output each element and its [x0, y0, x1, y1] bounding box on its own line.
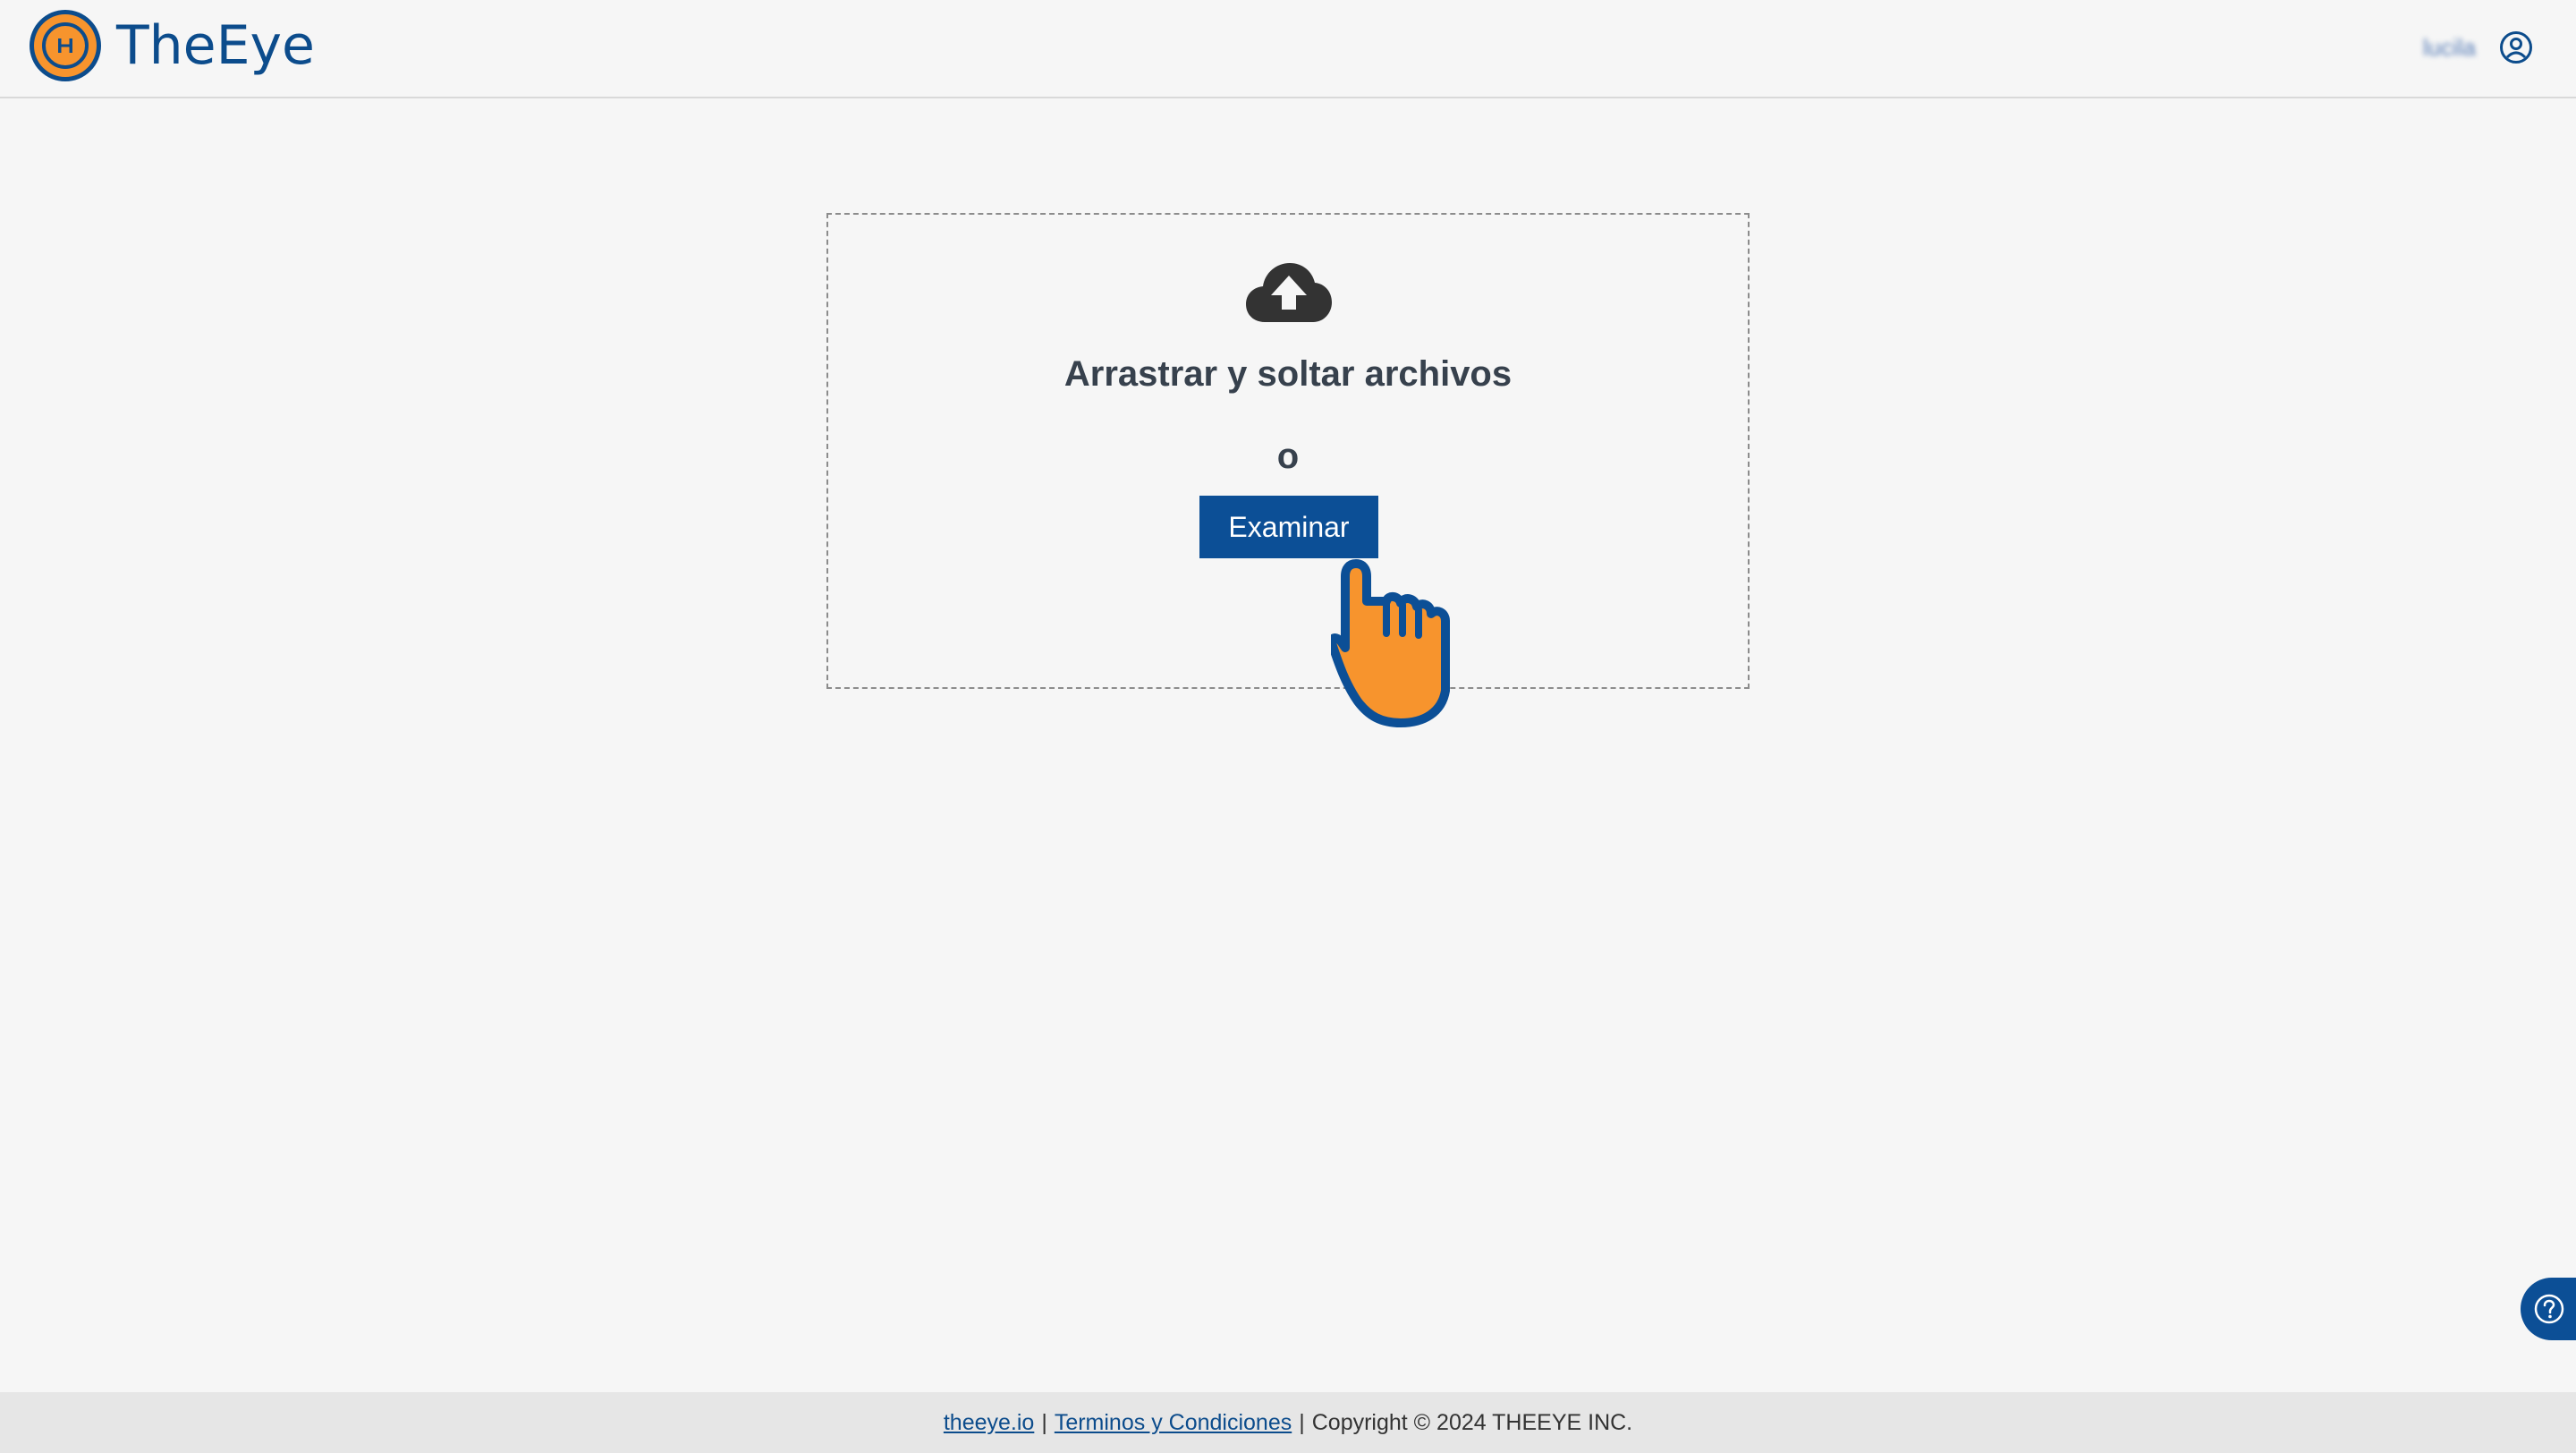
footer-link-site[interactable]: theeye.io	[944, 1410, 1034, 1436]
dropzone-title: Arrastrar y soltar archivos	[1063, 354, 1513, 394]
file-dropzone[interactable]: Arrastrar y soltar archivos o Examinar	[826, 213, 1750, 689]
dropzone-or-text: o	[1276, 437, 1300, 476]
hand-pointer-icon	[1331, 559, 1450, 727]
cloud-upload-icon	[1246, 263, 1332, 322]
user-area[interactable]: lucila	[2423, 25, 2533, 70]
user-circle-icon[interactable]	[2499, 30, 2533, 64]
footer-separator: |	[1041, 1409, 1047, 1435]
footer-link-terms[interactable]: Terminos y Condiciones	[1055, 1410, 1292, 1436]
footer-separator: |	[1299, 1409, 1305, 1435]
footer-copyright: Copyright © 2024 THEEYE INC.	[1311, 1409, 1633, 1435]
theeye-logo-icon	[30, 10, 101, 81]
brand[interactable]: TheEye	[29, 9, 315, 82]
question-circle-icon	[2534, 1294, 2564, 1324]
help-button[interactable]	[2521, 1278, 2576, 1340]
top-header: TheEye lucila	[0, 0, 2576, 98]
brand-name: TheEye	[116, 14, 315, 77]
footer: theeye.io | Terminos y Condiciones | Cop…	[0, 1392, 2576, 1453]
page: TheEye lucila Arrastrar y soltar archivo…	[0, 0, 2576, 1453]
username: lucila	[2422, 33, 2476, 61]
browse-button[interactable]: Examinar	[1199, 496, 1378, 558]
